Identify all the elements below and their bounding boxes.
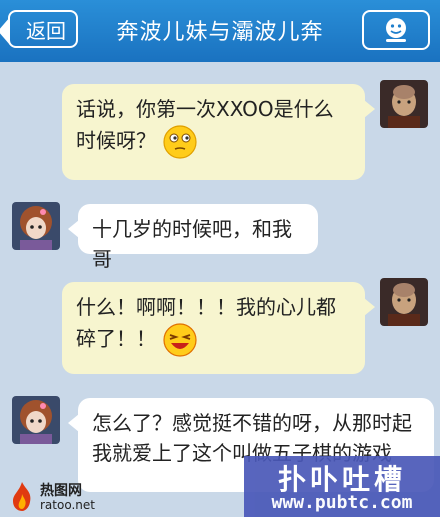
contact-avatar-left[interactable]: [12, 396, 60, 444]
ratoo-logo: 热图网 ratoo.net: [6, 478, 102, 516]
message-text-2: 十几岁的时候吧，和我哥: [92, 217, 292, 271]
chat-title: 奔波儿妹与灞波儿奔: [116, 20, 324, 45]
message-bubble-2[interactable]: 十几岁的时候吧，和我哥: [68, 204, 318, 271]
back-button-label: 返回: [26, 18, 66, 43]
message-text-3: 什么！啊啊！！！我的心儿都碎了！！: [76, 295, 336, 351]
message-bubble-3[interactable]: 什么！啊啊！！！我的心儿都碎了！！: [62, 282, 375, 374]
profile-button[interactable]: [362, 10, 430, 50]
back-arrow-icon: [0, 17, 10, 45]
laughing-emoji-icon: [163, 323, 197, 357]
site-url: ratoo.net: [40, 498, 95, 512]
avatar-monk-icon: [380, 278, 428, 326]
site-name: 热图网: [40, 483, 82, 499]
back-button[interactable]: 返回: [0, 10, 78, 48]
message-bubble-1[interactable]: 话说，你第一次XXOO是什么时候呀？: [62, 84, 375, 180]
contact-avatar-right[interactable]: [380, 278, 428, 326]
user-profile-icon: [386, 18, 406, 42]
chat-header: 返回 奔波儿妹与灞波儿奔: [0, 0, 440, 62]
contact-avatar-right[interactable]: [380, 80, 428, 128]
avatar-monk-icon: [380, 80, 428, 128]
avatar-girl-icon: [12, 202, 60, 250]
message-list[interactable]: 话说，你第一次XXOO是什么时候呀？ 十几岁的时候吧，和我哥 什么！啊啊！！！我…: [0, 62, 440, 517]
brand-url: www.pubtc.com: [271, 492, 413, 513]
avatar-girl-icon: [12, 396, 60, 444]
contact-avatar-left[interactable]: [12, 202, 60, 250]
thinking-emoji-icon: [163, 125, 197, 159]
message-text-1: 话说，你第一次XXOO是什么时候呀？: [76, 97, 334, 153]
brand-watermark: 扑卟吐槽 www.pubtc.com: [244, 456, 440, 517]
flame-icon: [13, 482, 31, 511]
